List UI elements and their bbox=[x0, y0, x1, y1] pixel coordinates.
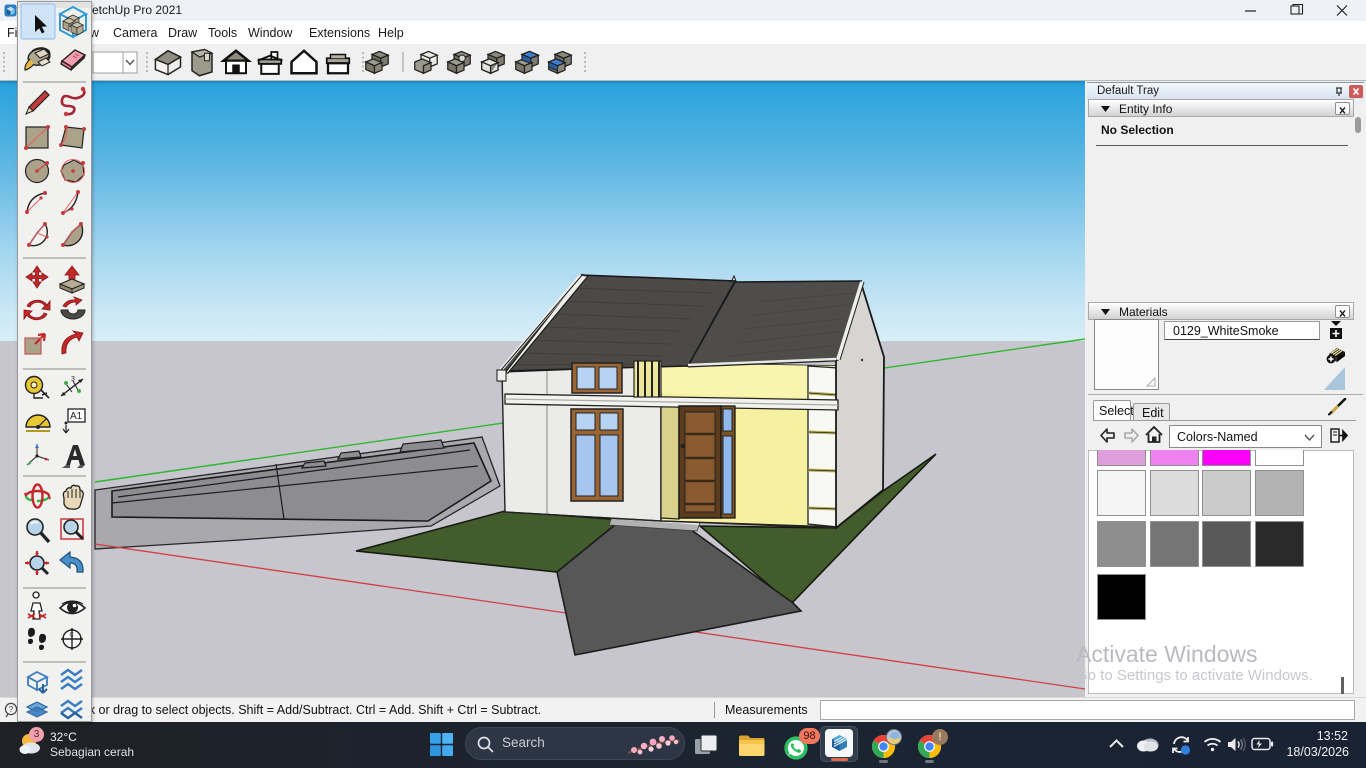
svg-text:3: 3 bbox=[71, 376, 75, 383]
svg-text:A1: A1 bbox=[70, 411, 83, 422]
svg-text:?: ? bbox=[9, 705, 14, 714]
svg-text:C: C bbox=[70, 633, 75, 639]
